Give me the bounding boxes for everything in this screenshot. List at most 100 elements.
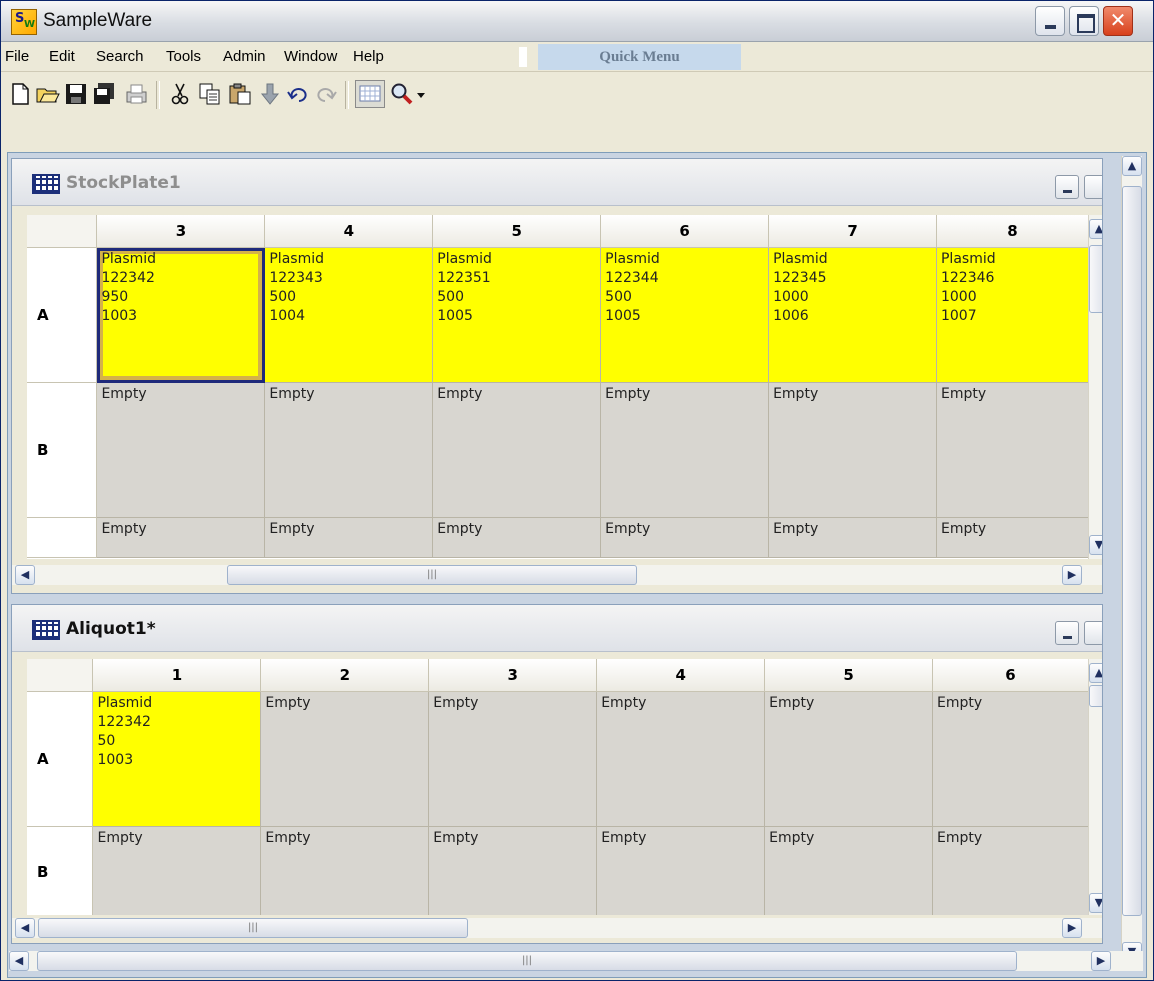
aliquot-well-cell[interactable]: Empty: [764, 826, 934, 915]
stockplate-well-cell[interactable]: Empty: [600, 382, 770, 518]
main-horizontal-scroll-thumb[interactable]: |||: [37, 951, 1017, 971]
print-icon[interactable]: [123, 81, 149, 107]
aliquot-well-cell[interactable]: Empty: [428, 826, 598, 915]
stockplate-scroll-down-button[interactable]: ▼: [1089, 535, 1102, 555]
stockplate-well-cell[interactable]: Empty: [768, 517, 937, 558]
aliquot-column-header[interactable]: 4: [596, 659, 766, 692]
aliquot-well-cell[interactable]: Empty: [260, 826, 430, 915]
quick-menu-button[interactable]: Quick Menu: [538, 44, 741, 70]
move-down-icon[interactable]: [257, 81, 283, 107]
undo-icon[interactable]: [285, 81, 311, 107]
save-icon[interactable]: [63, 81, 89, 107]
stockplate-row-header[interactable]: [27, 517, 98, 558]
aliquot-horizontal-scroll-thumb[interactable]: |||: [38, 918, 468, 938]
open-folder-icon[interactable]: [35, 81, 61, 107]
aliquot-well-cell[interactable]: Empty: [92, 826, 262, 915]
aliquot-row-header[interactable]: A: [27, 691, 94, 827]
aliquot-well-cell[interactable]: Empty: [764, 691, 934, 827]
aliquot-horizontal-scrollbar[interactable]: ◀ ||| ▶: [12, 918, 1102, 938]
stockplate-well-cell[interactable]: Empty: [96, 382, 266, 518]
redo-icon[interactable]: [313, 81, 339, 107]
stockplate-vertical-scrollbar[interactable]: ▲ ▼: [1088, 215, 1102, 559]
aliquot-column-header[interactable]: 5: [764, 659, 934, 692]
stockplate-well-cell[interactable]: Empty: [432, 517, 602, 558]
stockplate-well-cell[interactable]: Plasmid 122345 1000 1006: [768, 247, 937, 383]
menu-edit[interactable]: Edit: [49, 48, 75, 65]
aliquot-well-cell[interactable]: Empty: [428, 691, 598, 827]
main-scroll-left-button[interactable]: ◀: [9, 951, 29, 971]
aliquot-well-cell[interactable]: Empty: [260, 691, 430, 827]
stockplate-well-cell[interactable]: Empty: [264, 517, 434, 558]
menu-file[interactable]: File: [5, 48, 29, 65]
stockplate-well-cell[interactable]: Empty: [264, 382, 434, 518]
aliquot-column-header[interactable]: 6: [932, 659, 1089, 692]
aliquot-vertical-scroll-thumb[interactable]: [1089, 685, 1102, 707]
aliquot-scroll-down-button[interactable]: ▼: [1089, 893, 1102, 913]
stockplate-well-cell[interactable]: Empty: [96, 517, 266, 558]
stockplate-well-cell[interactable]: Plasmid 122344 500 1005: [600, 247, 770, 383]
aliquot-scroll-right-button[interactable]: ▶: [1062, 918, 1082, 938]
stockplate-vertical-scroll-thumb[interactable]: [1089, 245, 1102, 313]
stockplate-minimize-button[interactable]: [1055, 175, 1079, 199]
aliquot-well-cell[interactable]: Empty: [596, 826, 766, 915]
stockplate-maximize-button[interactable]: [1084, 175, 1102, 199]
zoom-icon[interactable]: [389, 81, 415, 107]
aliquot-vertical-scrollbar[interactable]: ▲ ▼: [1088, 659, 1102, 915]
menu-search[interactable]: Search: [96, 48, 144, 65]
stockplate-well-cell[interactable]: Empty: [432, 382, 602, 518]
stockplate-horizontal-scrollbar[interactable]: ◀ ||| ▶: [12, 565, 1102, 585]
stockplate-well-cell[interactable]: Empty: [768, 382, 937, 518]
menu-window[interactable]: Window: [284, 48, 337, 65]
aliquot-scroll-up-button[interactable]: ▲: [1089, 663, 1102, 683]
stockplate-well-cell[interactable]: Empty: [936, 382, 1089, 518]
stockplate-scroll-up-button[interactable]: ▲: [1089, 219, 1102, 239]
stockplate-column-header[interactable]: 6: [600, 215, 770, 248]
stockplate-horizontal-scroll-thumb[interactable]: |||: [227, 565, 637, 585]
aliquot-column-header[interactable]: 1: [92, 659, 262, 692]
stockplate-row-header[interactable]: A: [27, 247, 98, 383]
stockplate-well-cell[interactable]: Empty: [600, 517, 770, 558]
stockplate-well-cell[interactable]: Empty: [936, 517, 1089, 558]
aliquot-maximize-button[interactable]: [1084, 621, 1102, 645]
aliquot-well-cell[interactable]: Empty: [932, 691, 1089, 827]
main-horizontal-scrollbar[interactable]: ◀ ||| ▶: [9, 951, 1143, 971]
stockplate-well-cell[interactable]: Plasmid 122351 500 1005: [432, 247, 602, 383]
stockplate-well-cell[interactable]: Plasmid 122346 1000 1007: [936, 247, 1089, 383]
paste-icon[interactable]: [227, 81, 253, 107]
copy-icon[interactable]: [197, 81, 223, 107]
minimize-button[interactable]: [1035, 6, 1065, 36]
menu-tools[interactable]: Tools: [166, 48, 201, 65]
dropdown-arrow-icon[interactable]: [414, 81, 440, 107]
stockplate-plate-row: B Empty Empty Empty Empty Empty Empty: [27, 382, 1089, 518]
close-button[interactable]: ✕: [1103, 6, 1133, 36]
main-scroll-up-button[interactable]: ▲: [1122, 156, 1142, 176]
stockplate-well-cell[interactable]: Plasmid 122343 500 1004: [264, 247, 434, 383]
menu-admin[interactable]: Admin: [223, 48, 266, 65]
stockplate-column-header[interactable]: 3: [96, 215, 266, 248]
aliquot-row-header[interactable]: B: [27, 826, 94, 915]
aliquot-well-cell[interactable]: Empty: [932, 826, 1089, 915]
aliquot-column-header[interactable]: 2: [260, 659, 430, 692]
aliquot-well-cell[interactable]: Plasmid 122342 50 1003: [92, 691, 262, 827]
aliquot-well-cell[interactable]: Empty: [596, 691, 766, 827]
menu-help[interactable]: Help: [353, 48, 384, 65]
stockplate-column-header[interactable]: 7: [768, 215, 937, 248]
stockplate-well-cell[interactable]: Plasmid 122342 950 1003: [96, 247, 266, 383]
main-vertical-scrollbar[interactable]: ▲ ▼: [1121, 156, 1142, 962]
save-all-icon[interactable]: [91, 81, 117, 107]
stockplate-column-header[interactable]: 4: [264, 215, 434, 248]
main-scroll-right-button[interactable]: ▶: [1091, 951, 1111, 971]
main-vertical-scroll-thumb[interactable]: [1122, 186, 1142, 916]
aliquot-column-header[interactable]: 3: [428, 659, 598, 692]
plate-view-icon[interactable]: [355, 80, 385, 108]
stockplate-scroll-left-button[interactable]: ◀: [15, 565, 35, 585]
stockplate-column-header[interactable]: 8: [936, 215, 1089, 248]
cut-icon[interactable]: [167, 81, 193, 107]
aliquot-scroll-left-button[interactable]: ◀: [15, 918, 35, 938]
maximize-button[interactable]: [1069, 6, 1099, 36]
new-document-icon[interactable]: [7, 81, 33, 107]
stockplate-column-header[interactable]: 5: [432, 215, 602, 248]
stockplate-scroll-right-button[interactable]: ▶: [1062, 565, 1082, 585]
stockplate-row-header[interactable]: B: [27, 382, 98, 518]
aliquot-minimize-button[interactable]: [1055, 621, 1079, 645]
